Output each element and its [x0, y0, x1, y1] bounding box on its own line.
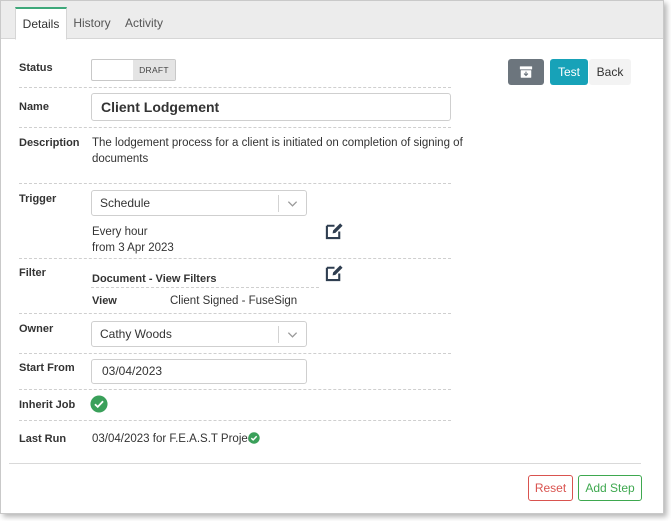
name-label: Name	[19, 101, 49, 113]
test-button[interactable]: Test	[550, 59, 588, 85]
edit-icon[interactable]	[325, 221, 344, 240]
filter-title: Document - View Filters	[92, 273, 217, 285]
flow-detail-window: Details History Activity Status DRAFT Na…	[0, 0, 664, 514]
tab-details[interactable]: Details	[15, 7, 67, 40]
divider	[19, 183, 451, 184]
divider	[19, 353, 451, 354]
filter-view-label: View	[92, 295, 117, 307]
trigger-detail-line1: Every hour	[92, 226, 148, 238]
filter-title-underline	[91, 287, 319, 288]
check-circle-icon[interactable]	[90, 395, 108, 413]
divider	[19, 313, 451, 314]
status-badge: DRAFT	[133, 60, 175, 80]
back-button[interactable]: Back	[589, 59, 631, 85]
divider	[19, 127, 451, 128]
trigger-detail-line2: from 3 Apr 2023	[92, 242, 174, 254]
trigger-label: Trigger	[19, 193, 57, 205]
add-step-button[interactable]: Add Step	[578, 475, 642, 501]
chevron-down-icon	[287, 201, 298, 207]
start-from-label: Start From	[19, 362, 75, 374]
archive-icon	[519, 66, 533, 78]
divider	[19, 87, 451, 88]
edit-icon[interactable]	[325, 263, 344, 282]
owner-select[interactable]: Cathy Woods	[91, 321, 307, 347]
description-text-line1: The lodgement process for a client is in…	[92, 137, 463, 149]
footer-divider	[9, 463, 641, 464]
last-run-value: 03/04/2023 for F.E.A.S.T Project	[92, 433, 257, 445]
status-label: Status	[19, 62, 53, 74]
status-toggle[interactable]: DRAFT	[91, 59, 176, 81]
inherit-job-label: Inherit Job	[19, 399, 76, 411]
select-separator	[278, 195, 279, 212]
owner-selected-value: Cathy Woods	[100, 327, 172, 341]
trigger-selected-value: Schedule	[100, 196, 151, 210]
tab-activity[interactable]: Activity	[121, 7, 167, 40]
reset-button[interactable]: Reset	[528, 475, 573, 501]
filter-view-value: Client Signed - FuseSign	[170, 295, 298, 307]
archive-button[interactable]	[508, 59, 544, 85]
last-run-label: Last Run	[19, 433, 67, 445]
tab-bar: Details History Activity	[1, 1, 663, 40]
name-input[interactable]: Client Lodgement	[91, 93, 451, 121]
divider	[19, 389, 451, 390]
description-label: Description	[19, 137, 80, 149]
description-text-line2: documents	[92, 153, 149, 165]
divider	[19, 420, 451, 421]
check-circle-icon	[248, 432, 260, 444]
select-separator	[278, 326, 279, 343]
chevron-down-icon	[287, 332, 298, 338]
trigger-select[interactable]: Schedule	[91, 190, 307, 216]
filter-label: Filter	[19, 267, 46, 279]
tab-history[interactable]: History	[69, 7, 115, 40]
owner-label: Owner	[19, 323, 54, 335]
start-from-input[interactable]: 03/04/2023	[91, 359, 307, 384]
divider	[19, 258, 451, 259]
